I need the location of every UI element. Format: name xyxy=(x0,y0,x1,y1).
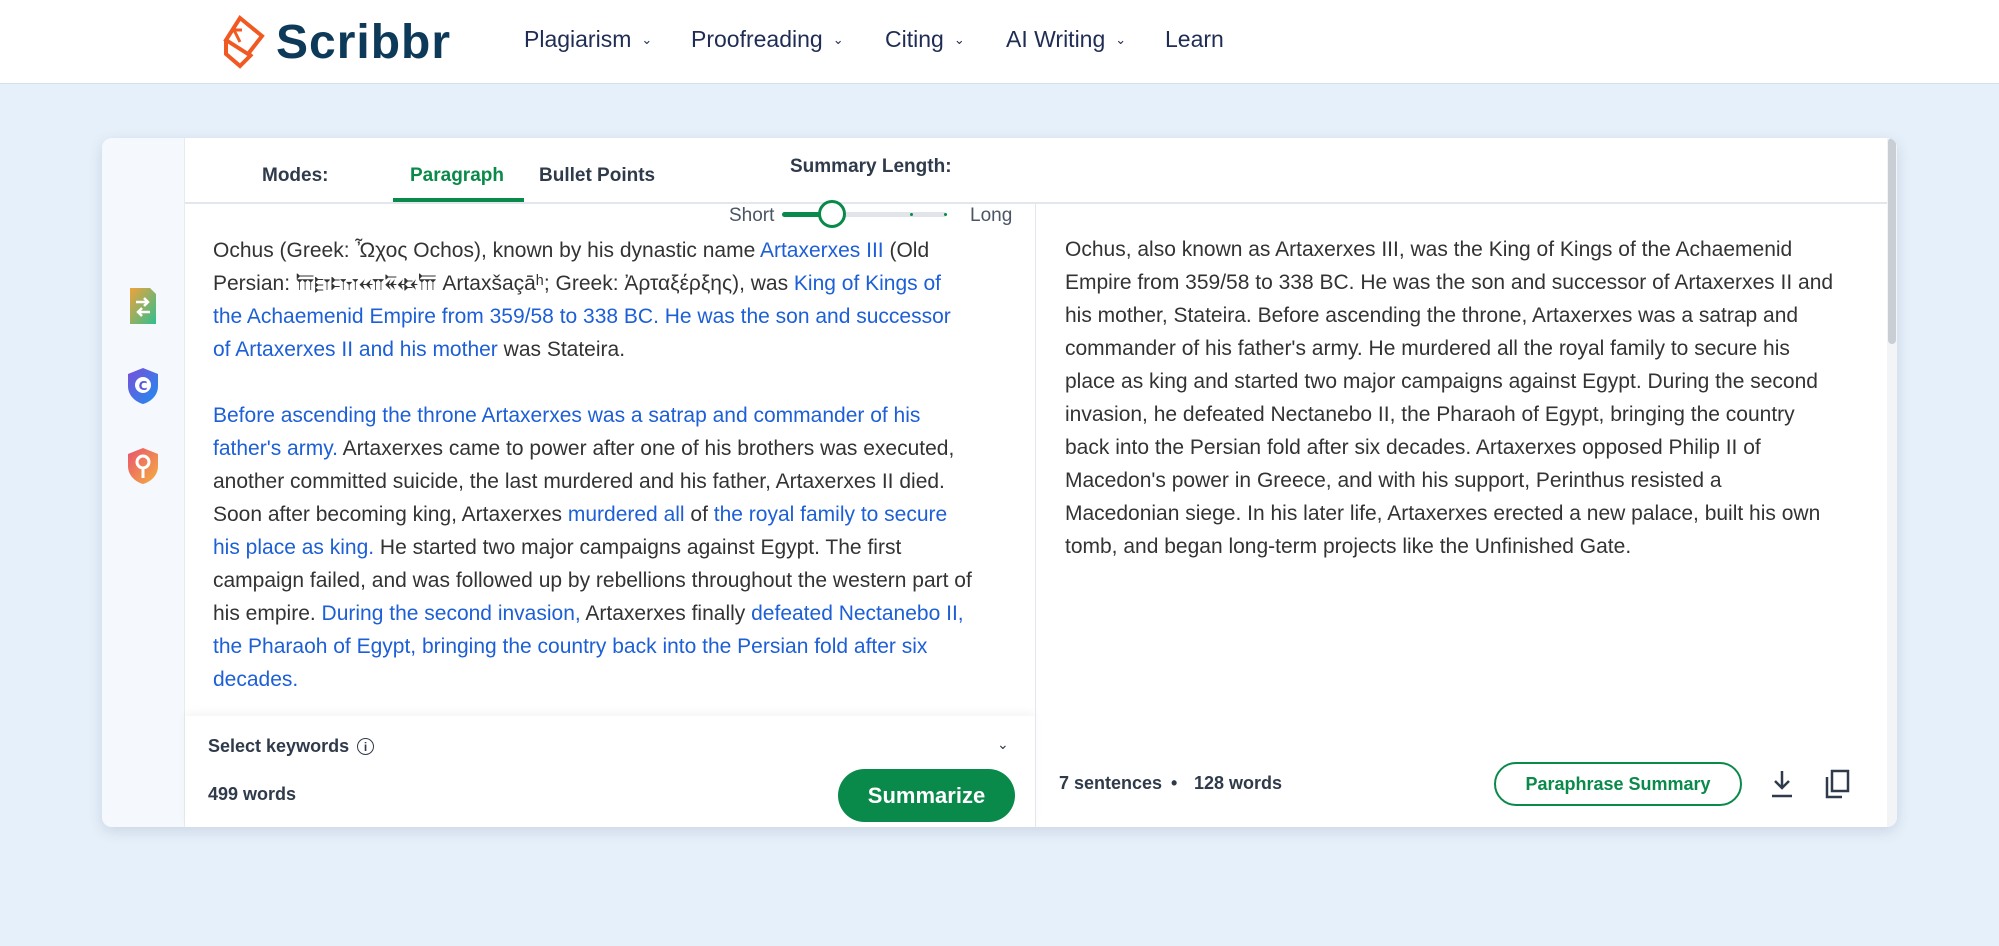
summary-length-slider[interactable] xyxy=(782,212,947,217)
summarizer-panel: C Modes: Paragraph Bullet Points Summary… xyxy=(102,138,1897,827)
info-icon[interactable]: i xyxy=(357,738,375,755)
summary-length-label: Summary Length: xyxy=(790,156,952,177)
tab-paragraph[interactable]: Paragraph xyxy=(410,165,504,187)
nav-plagiarism[interactable]: Plagiarism ⌄ xyxy=(524,26,652,53)
select-keywords-toggle[interactable]: Select keywords i xyxy=(208,736,375,757)
input-word-count: 499 words xyxy=(208,784,297,804)
active-tab-indicator xyxy=(393,198,524,202)
input-text-segment: Ochus (Greek: Ὦχος Ochos), known by his … xyxy=(213,239,760,262)
scrollbar[interactable] xyxy=(1887,138,1897,827)
input-text-segment: of xyxy=(684,503,714,526)
scrollbar-thumb[interactable] xyxy=(1888,138,1896,344)
key-sentence-highlight: During the second invasion, xyxy=(321,602,581,625)
copy-icon[interactable] xyxy=(1822,768,1852,800)
slider-thumb[interactable] xyxy=(817,200,846,228)
nav-citing[interactable]: Citing ⌄ xyxy=(885,26,965,53)
modes-label: Modes: xyxy=(262,165,329,186)
nav-label: Citing xyxy=(885,26,944,52)
nav-ai-writing[interactable]: AI Writing ⌄ xyxy=(1006,26,1126,53)
separator-dot: • xyxy=(1171,773,1178,793)
chevron-down-icon: ⌄ xyxy=(832,31,844,47)
sentence-count: 7 sentences xyxy=(1059,773,1163,793)
logo-text: Scribbr xyxy=(276,15,452,69)
nav-label: Learn xyxy=(1165,26,1224,52)
logo-icon xyxy=(223,15,265,69)
tab-bullet-points[interactable]: Bullet Points xyxy=(539,165,655,187)
input-paragraph: Before ascending the throne Artaxerxes w… xyxy=(213,399,973,696)
long-label: Long xyxy=(970,205,1013,226)
key-sentence-highlight: murdered all xyxy=(567,503,685,526)
nav-label: Proofreading xyxy=(691,26,823,52)
chevron-down-icon: ⌄ xyxy=(641,31,653,47)
slider-tick xyxy=(944,213,947,216)
key-sentence-highlight: Artaxerxes III xyxy=(759,239,884,262)
panel-divider xyxy=(1035,204,1036,827)
nav-learn[interactable]: Learn xyxy=(1165,26,1224,53)
select-keywords-label: Select keywords xyxy=(208,736,350,756)
paraphrase-summary-button[interactable]: Paraphrase Summary xyxy=(1494,762,1742,806)
input-text-segment: was Stateira. xyxy=(497,338,626,361)
tool-sidebar: C xyxy=(102,138,185,827)
input-footer: Select keywords i ⌄ 499 words Summarize xyxy=(185,716,1035,827)
input-text-segment: Artaxerxes finally xyxy=(580,602,752,625)
chevron-down-icon[interactable]: ⌄ xyxy=(997,736,1009,753)
scribbr-logo[interactable]: Scribbr xyxy=(212,14,451,70)
nav-label: AI Writing xyxy=(1006,26,1106,52)
input-text-area[interactable]: Ochus (Greek: Ὦχος Ochos), known by his … xyxy=(213,234,973,714)
paraphraser-icon[interactable] xyxy=(126,286,160,326)
short-label: Short xyxy=(729,205,775,226)
ai-detector-icon[interactable] xyxy=(126,446,160,486)
chevron-down-icon: ⌄ xyxy=(953,31,965,47)
nav-label: Plagiarism xyxy=(524,26,632,52)
nav-proofreading[interactable]: Proofreading ⌄ xyxy=(691,26,844,53)
summarize-button[interactable]: Summarize xyxy=(838,769,1015,822)
svg-text:C: C xyxy=(139,379,148,393)
chevron-down-icon: ⌄ xyxy=(1115,31,1127,47)
mode-toolbar: Modes: Paragraph Bullet Points Summary L… xyxy=(185,138,1897,228)
input-paragraph: Ochus (Greek: Ὦχος Ochos), known by his … xyxy=(213,234,973,366)
citation-checker-icon[interactable]: C xyxy=(126,366,160,406)
site-header: Scribbr Plagiarism ⌄ Proofreading ⌄ Citing… xyxy=(0,0,1999,84)
download-icon[interactable] xyxy=(1767,768,1797,800)
slider-tick xyxy=(910,213,913,216)
summary-output: Ochus, also known as Artaxerxes III, was… xyxy=(1065,238,1834,558)
output-word-count: 128 words xyxy=(1194,773,1283,793)
